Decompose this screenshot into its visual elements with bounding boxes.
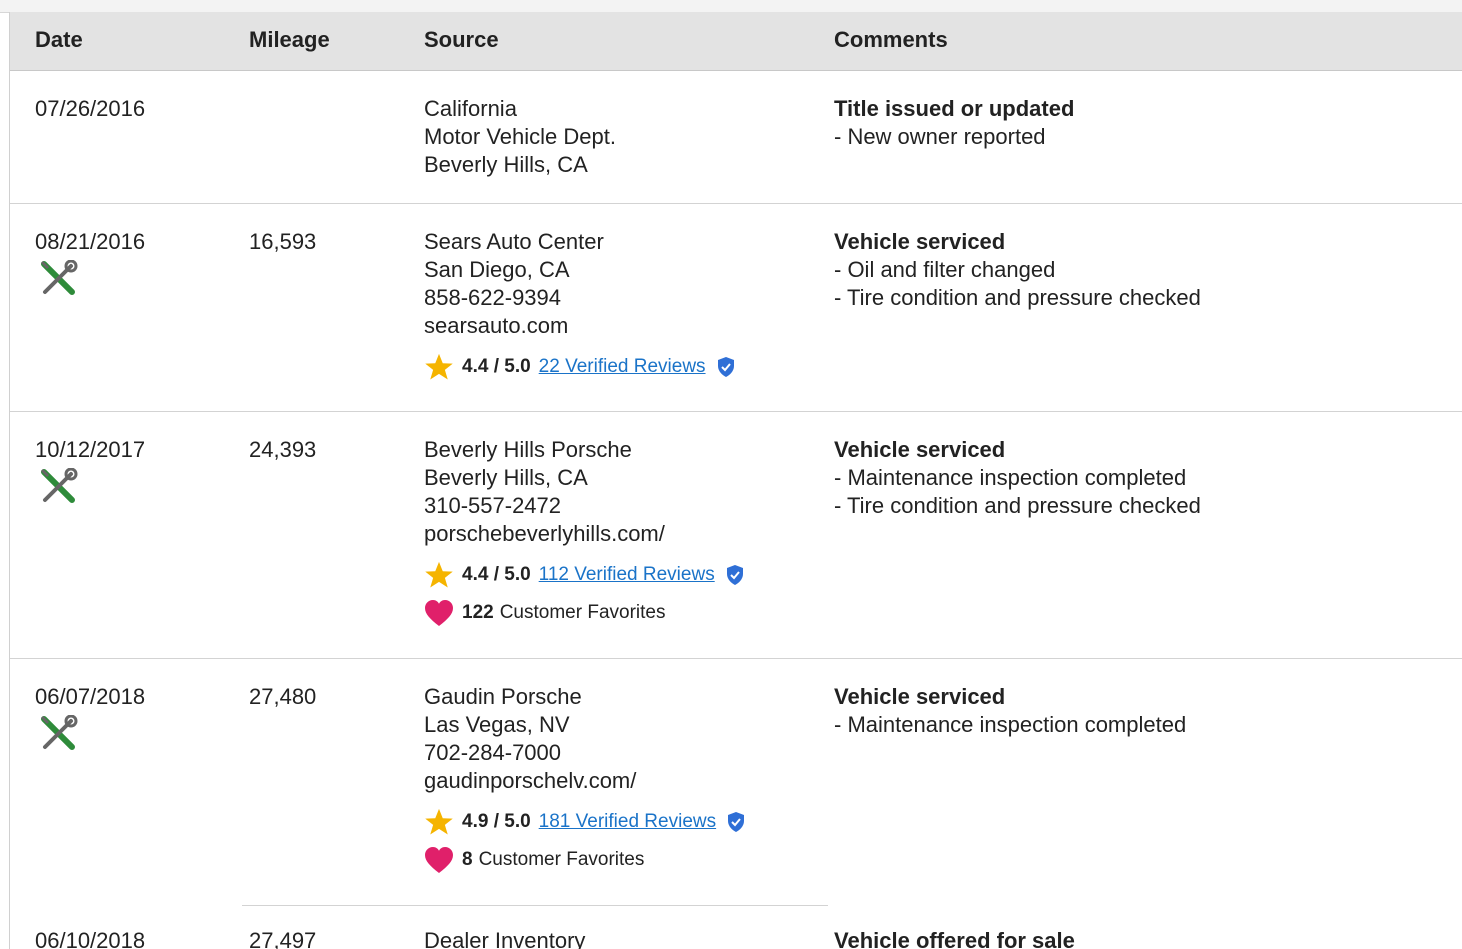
rating-score: 4.4 / 5.0 xyxy=(462,564,531,585)
table-row: 06/07/2018 27,480 Gaudin Porsche Las Veg… xyxy=(10,659,1462,905)
star-icon xyxy=(425,353,453,380)
table-row: 10/12/2017 24,393 Beverly Hills Porsche … xyxy=(10,412,1462,659)
favorites-row: 122 Customer Favorites xyxy=(424,598,745,628)
record-date: 08/21/2016 xyxy=(35,229,146,254)
verified-reviews-link[interactable]: 112 Verified Reviews xyxy=(539,561,715,589)
rating-score: 4.4 / 5.0 xyxy=(462,356,531,377)
source-line: Motor Vehicle Dept. xyxy=(424,124,616,149)
source-line: gaudinporschelv.com/ xyxy=(424,768,637,793)
record-date: 07/26/2016 xyxy=(35,96,146,121)
source-line: 858-622-9394 xyxy=(424,285,562,310)
record-mileage: 27,497 xyxy=(249,928,317,949)
rating-row: 4.4 / 5.0 112 Verified Reviews xyxy=(424,560,745,590)
heart-icon xyxy=(425,847,453,873)
source-line: porschebeverlyhills.com/ xyxy=(424,521,665,546)
source-line: Dealer Inventory xyxy=(424,928,586,949)
vehicle-history-page: Date Mileage Source Comments 07/26/2016 … xyxy=(0,0,1462,949)
comment-title: Title issued or updated xyxy=(834,96,1075,121)
comment-item: - Oil and filter changed xyxy=(834,257,1056,282)
header-mileage: Mileage xyxy=(249,27,330,52)
record-mileage: 16,593 xyxy=(249,229,317,254)
favorites-row: 8 Customer Favorites xyxy=(424,845,746,875)
record-comments: Vehicle offered for sale xyxy=(834,927,1075,949)
comment-title: Vehicle serviced xyxy=(834,229,1006,254)
comment-title: Vehicle serviced xyxy=(834,684,1006,709)
header-comments: Comments xyxy=(834,27,948,52)
row-divider xyxy=(242,905,828,906)
favorites-label: Customer Favorites xyxy=(478,849,645,870)
favorites-count: 8 xyxy=(462,849,473,870)
record-comments: Title issued or updated - New owner repo… xyxy=(834,95,1074,151)
verified-shield-icon xyxy=(728,812,745,832)
wrench-screwdriver-icon xyxy=(40,260,78,295)
table-row: 08/21/2016 16,593 Sears Auto Center San … xyxy=(10,204,1462,412)
rating-score: 4.9 / 5.0 xyxy=(462,811,531,832)
record-mileage: 24,393 xyxy=(249,437,317,462)
favorites-count: 122 xyxy=(462,602,494,623)
verified-shield-icon xyxy=(717,357,734,377)
record-source: Gaudin Porsche Las Vegas, NV 702-284-700… xyxy=(424,683,746,875)
record-source: California Motor Vehicle Dept. Beverly H… xyxy=(424,95,616,179)
verified-reviews-link[interactable]: 181 Verified Reviews xyxy=(539,808,716,836)
table-row: 07/26/2016 California Motor Vehicle Dept… xyxy=(10,71,1462,204)
header-source: Source xyxy=(424,27,499,52)
comment-item: - Maintenance inspection completed xyxy=(834,465,1187,490)
comment-item: - New owner reported xyxy=(834,124,1046,149)
header-date: Date xyxy=(35,27,83,52)
source-line: Beverly Hills, CA xyxy=(424,465,588,490)
verified-shield-icon xyxy=(726,565,743,585)
source-line: Gaudin Porsche xyxy=(424,684,582,709)
record-comments: Vehicle serviced - Oil and filter change… xyxy=(834,228,1201,312)
comment-title: Vehicle serviced xyxy=(834,437,1006,462)
comment-item: - Tire condition and pressure checked xyxy=(834,285,1201,310)
star-icon xyxy=(425,561,453,588)
record-comments: Vehicle serviced - Maintenance inspectio… xyxy=(834,683,1186,739)
source-line: Sears Auto Center xyxy=(424,229,604,254)
source-line: California xyxy=(424,96,517,121)
comment-title: Vehicle offered for sale xyxy=(834,928,1075,949)
record-comments: Vehicle serviced - Maintenance inspectio… xyxy=(834,436,1201,520)
source-line: 310-557-2472 xyxy=(424,493,562,518)
rating-row: 4.9 / 5.0 181 Verified Reviews xyxy=(424,807,746,837)
table-row: 06/10/2018 27,497 Dealer Inventory Vehic… xyxy=(10,905,1462,949)
rating-row: 4.4 / 5.0 22 Verified Reviews xyxy=(424,352,736,382)
source-line: Beverly Hills Porsche xyxy=(424,437,632,462)
source-line: 702-284-7000 xyxy=(424,740,562,765)
source-line: searsauto.com xyxy=(424,313,569,338)
comment-item: - Tire condition and pressure checked xyxy=(834,493,1201,518)
record-source: Beverly Hills Porsche Beverly Hills, CA … xyxy=(424,436,745,628)
source-line: San Diego, CA xyxy=(424,257,570,282)
source-line: Las Vegas, NV xyxy=(424,712,570,737)
table-header: Date Mileage Source Comments xyxy=(10,12,1462,71)
record-date: 06/10/2018 xyxy=(35,928,146,949)
star-icon xyxy=(425,808,453,835)
verified-reviews-link[interactable]: 22 Verified Reviews xyxy=(539,353,706,381)
favorites-label: Customer Favorites xyxy=(499,602,666,623)
wrench-screwdriver-icon xyxy=(40,715,78,750)
heart-icon xyxy=(425,600,453,626)
record-source: Dealer Inventory xyxy=(424,927,585,949)
record-date: 10/12/2017 xyxy=(35,437,146,462)
wrench-screwdriver-icon xyxy=(40,468,78,503)
record-source: Sears Auto Center San Diego, CA 858-622-… xyxy=(424,228,736,382)
history-table: Date Mileage Source Comments 07/26/2016 … xyxy=(9,12,1462,949)
record-mileage: 27,480 xyxy=(249,684,317,709)
record-date: 06/07/2018 xyxy=(35,684,146,709)
source-line: Beverly Hills, CA xyxy=(424,152,588,177)
comment-item: - Maintenance inspection completed xyxy=(834,712,1187,737)
